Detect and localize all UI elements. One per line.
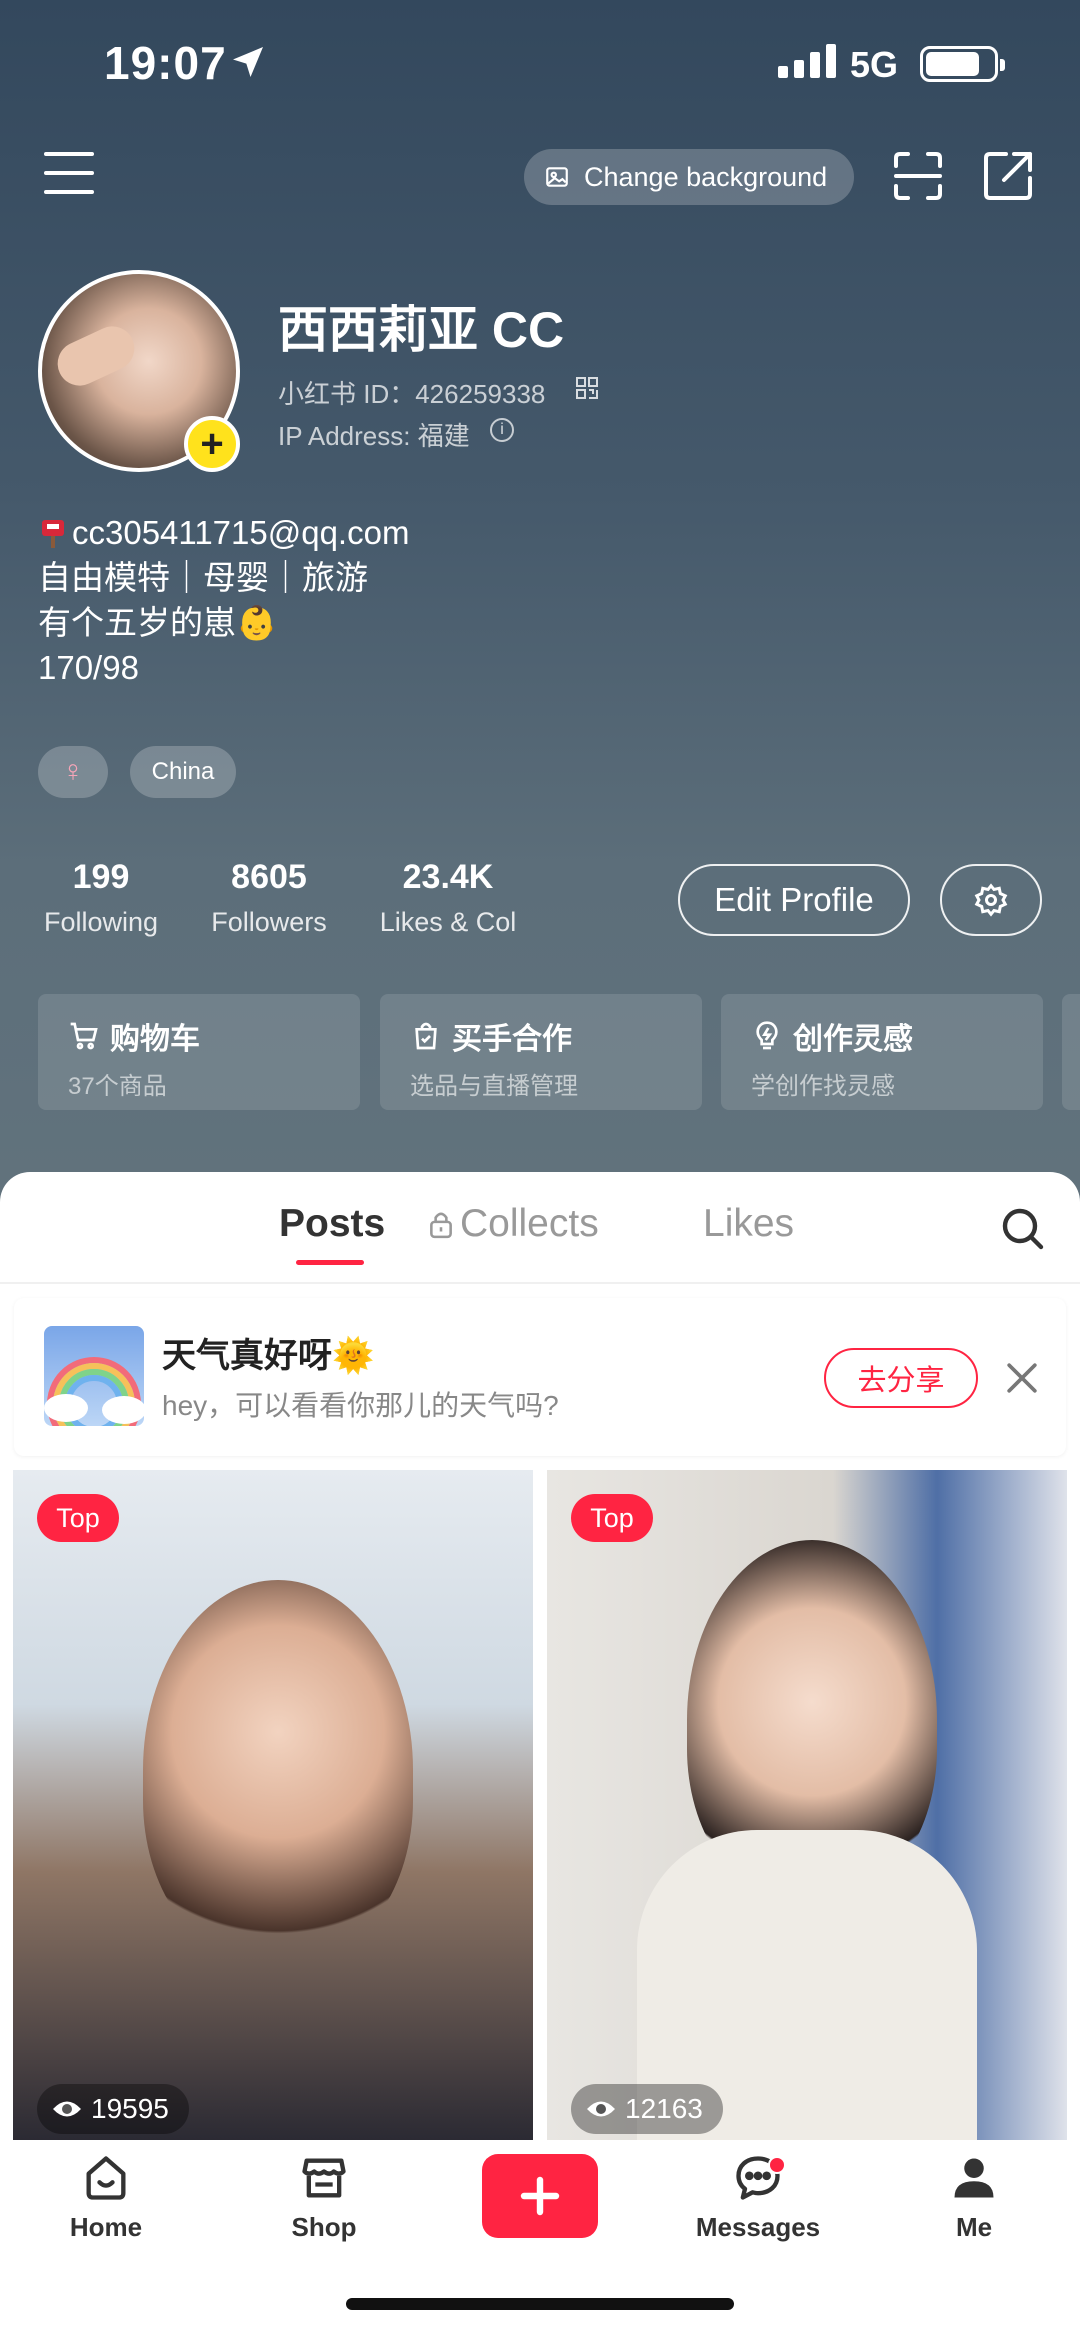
user-id: 小红书 ID：426259338 xyxy=(278,379,546,409)
mailbox-icon xyxy=(42,520,64,548)
nav-messages[interactable]: Messages xyxy=(678,2152,838,2243)
ip-address: IP Address: 福建 xyxy=(278,421,470,451)
settings-button[interactable] xyxy=(940,864,1042,936)
feature-title: 创作灵感 xyxy=(793,1023,913,1056)
view-count-value: 12163 xyxy=(625,2093,703,2124)
change-background-label: Change background xyxy=(584,161,828,192)
weather-title: 天气真好呀🌞 xyxy=(162,1337,375,1375)
add-avatar-button[interactable]: + xyxy=(184,416,240,472)
plus-icon xyxy=(520,2176,560,2216)
cart-icon xyxy=(70,1022,98,1050)
stat-followers[interactable]: 8605 Followers xyxy=(204,858,334,938)
location-arrow-icon xyxy=(233,47,263,77)
feature-subtitle: 学创作找灵感 xyxy=(751,1073,895,1100)
stat-following[interactable]: 199 Following xyxy=(36,858,166,938)
weather-prompt-card[interactable]: 天气真好呀🌞 hey，可以看看你那儿的天气吗? 去分享 xyxy=(14,1298,1066,1456)
eye-icon xyxy=(587,2101,615,2117)
gender-tag: ♀ xyxy=(38,746,108,798)
bio: cc305411715@qq.com 自由模特｜母婴｜旅游 有个五岁的崽👶 17… xyxy=(38,510,409,690)
view-count: 19595 xyxy=(37,2084,189,2134)
info-icon[interactable]: i xyxy=(490,418,514,442)
nav-label: Home xyxy=(69,2212,143,2242)
close-icon[interactable] xyxy=(1000,1356,1044,1400)
signal-icon xyxy=(778,44,836,78)
feature-subtitle: 选品与直播管理 xyxy=(410,1073,578,1100)
publish-button[interactable] xyxy=(482,2154,598,2238)
pinned-badge: Top xyxy=(571,1494,653,1542)
home-icon xyxy=(86,2156,126,2200)
country-tag: China xyxy=(130,746,236,798)
shop-icon xyxy=(302,2158,346,2198)
pinned-badge: Top xyxy=(37,1494,119,1542)
edit-profile-button[interactable]: Edit Profile xyxy=(678,864,910,936)
status-time: 19:07 xyxy=(104,37,227,89)
bio-line: 170/98 xyxy=(38,649,139,686)
nav-me[interactable]: Me xyxy=(894,2152,1054,2243)
stat-label: Likes & Col xyxy=(379,907,517,937)
stat-value: 199 xyxy=(72,858,130,896)
eye-icon xyxy=(53,2101,81,2117)
battery-icon xyxy=(920,46,1005,82)
share-icon[interactable] xyxy=(980,148,1036,204)
change-background-button[interactable]: Change background xyxy=(524,149,854,205)
menu-button[interactable] xyxy=(44,152,94,196)
view-count-value: 19595 xyxy=(91,2093,169,2124)
feature-card-cart[interactable]: 购物车 37个商品 xyxy=(38,994,360,1110)
user-icon xyxy=(954,2158,994,2198)
nav-home[interactable]: Home xyxy=(26,2152,186,2243)
weather-subtitle: hey，可以看看你那儿的天气吗? xyxy=(162,1390,559,1421)
feature-card-buyer-cooperation[interactable]: 买手合作 选品与直播管理 xyxy=(380,994,702,1110)
tab-collects[interactable]: Collects xyxy=(428,1202,599,1246)
nav-label: Messages xyxy=(695,2212,821,2242)
gear-icon xyxy=(974,883,1008,917)
bio-line: 有个五岁的崽👶 xyxy=(38,604,278,641)
feature-title: 买手合作 xyxy=(452,1023,572,1056)
tab-posts[interactable]: Posts xyxy=(279,1202,385,1246)
network-type: 5G xyxy=(850,44,899,85)
rainbow-image xyxy=(44,1326,144,1426)
nav-label: Me xyxy=(955,2212,993,2242)
qr-code-icon[interactable] xyxy=(575,376,599,400)
search-icon[interactable] xyxy=(998,1204,1046,1252)
post-image xyxy=(143,1580,413,1960)
nav-label: Shop xyxy=(291,2212,357,2242)
stat-value: 8605 xyxy=(231,858,307,896)
stat-likes-collects[interactable]: 23.4K Likes & Col xyxy=(370,858,526,938)
home-indicator xyxy=(346,2298,734,2310)
shopping-bag-icon xyxy=(415,1022,437,1050)
bio-line: cc305411715@qq.com xyxy=(38,510,409,555)
profile-name: 西西莉亚 CC xyxy=(278,302,565,358)
unread-dot xyxy=(768,2156,786,2174)
go-share-button[interactable]: 去分享 xyxy=(824,1348,978,1408)
scan-icon[interactable] xyxy=(890,148,946,204)
image-icon xyxy=(546,167,568,187)
feature-card-inspiration[interactable]: 创作灵感 学创作找灵感 xyxy=(721,994,1043,1110)
nav-shop[interactable]: Shop xyxy=(244,2152,404,2243)
lightbulb-icon xyxy=(756,1021,778,1050)
divider xyxy=(0,1282,1080,1284)
post-card[interactable]: Top 12163 xyxy=(547,1470,1067,2140)
feature-subtitle: 37个商品 xyxy=(68,1073,167,1100)
stat-label: Following xyxy=(43,907,159,937)
tab-label: Collects xyxy=(460,1202,599,1245)
feature-title: 购物车 xyxy=(110,1023,200,1056)
view-count: 12163 xyxy=(571,2084,723,2134)
active-tab-indicator xyxy=(296,1260,364,1265)
lock-icon xyxy=(430,1212,452,1239)
feature-card-partial[interactable] xyxy=(1062,994,1080,1110)
stat-value: 23.4K xyxy=(402,858,494,896)
tab-likes[interactable]: Likes xyxy=(703,1202,794,1246)
bio-line: 自由模特｜母婴｜旅游 xyxy=(38,559,368,596)
post-card[interactable]: Top 19595 xyxy=(13,1470,533,2140)
stat-label: Followers xyxy=(211,907,327,937)
